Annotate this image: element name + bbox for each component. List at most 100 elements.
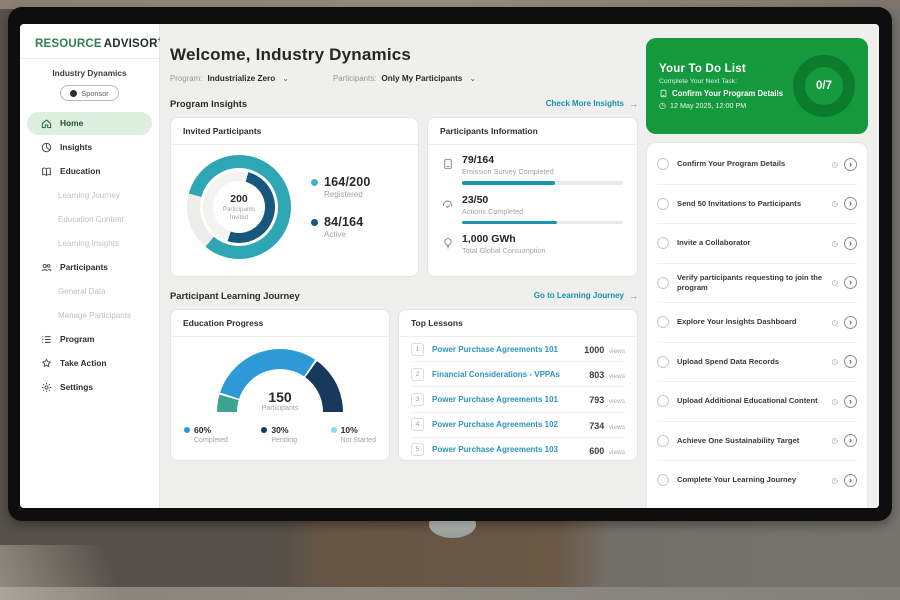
gauge-legend: 60% Completed 30% Pending 10% Not Starte… (171, 425, 389, 444)
donut-legend-item: 84/164 Active (311, 215, 371, 239)
education-progress-card: Education Progress 150 Participants 60% … (170, 309, 390, 461)
todo-item-label: Invite a Collaborator (677, 238, 827, 248)
clock-icon: ◷ (831, 199, 838, 208)
todo-checkbox[interactable] (657, 316, 669, 328)
todo-item-label: Confirm Your Program Details (677, 159, 827, 169)
todo-open-button[interactable]: › (844, 158, 857, 171)
todo-open-button[interactable]: › (844, 355, 857, 368)
todo-item: Confirm Your Program Details ◷ › (657, 145, 857, 185)
todo-checkbox[interactable] (657, 435, 669, 447)
actions-icon (442, 197, 454, 209)
sidebar-item-take-action[interactable]: Take Action (27, 352, 152, 375)
sidebar-item-education-content[interactable]: Education Content (27, 208, 152, 231)
org-name: Industry Dynamics (20, 68, 159, 78)
todo-list-card: Confirm Your Program Details ◷ › Send 50… (646, 142, 868, 508)
donut-legend-item: 164/200 Registered (311, 175, 371, 199)
legend-label: Registered (324, 190, 371, 199)
sidebar-item-insights[interactable]: Insights (27, 136, 152, 159)
todo-checkbox[interactable] (657, 158, 669, 170)
main-column: Welcome, Industry Dynamics Program: Indu… (170, 24, 638, 508)
lesson-views: 803 views (589, 365, 625, 383)
sidebar-item-education[interactable]: Education (27, 160, 152, 183)
sidebar-item-home[interactable]: Home (27, 112, 152, 135)
todo-checkbox[interactable] (657, 474, 669, 486)
check-more-insights-link[interactable]: Check More Insights → (546, 99, 638, 109)
todo-open-button[interactable]: › (844, 197, 857, 210)
lesson-link[interactable]: Power Purchase Agreements 101 (432, 345, 576, 354)
app-logo: RESOURCEADVISOR+ (20, 24, 159, 59)
chevron-down-icon: ⌄ (469, 77, 476, 81)
todo-item: Upload Additional Educational Content ◷ … (657, 382, 857, 422)
filter-bar: Program: Industrialize Zero ⌄ Participan… (170, 74, 638, 83)
lesson-views: 793 views (589, 390, 625, 408)
todo-checkbox[interactable] (657, 277, 669, 289)
todo-checkbox[interactable] (657, 356, 669, 368)
todo-column: Your To Do List Complete Your Next Task:… (646, 38, 868, 508)
filter-dropdown-participants[interactable]: Participants: Only My Participants ⌄ (333, 74, 476, 83)
todo-item: Upload Spend Data Records ◷ › (657, 343, 857, 383)
monitor-bezel: RESOURCEADVISOR+ Industry Dynamics Spons… (8, 7, 892, 521)
progress-bar-fill (462, 181, 555, 185)
education-icon (41, 166, 52, 177)
gauge-legend-item: 10% Not Started (331, 425, 376, 444)
todo-item: Invite a Collaborator ◷ › (657, 224, 857, 264)
todo-open-button[interactable]: › (844, 316, 857, 329)
todo-summary-card: Your To Do List Complete Your Next Task:… (646, 38, 868, 134)
todo-checkbox[interactable] (657, 395, 669, 407)
todo-open-button[interactable]: › (844, 474, 857, 487)
todo-open-button[interactable]: › (844, 395, 857, 408)
go-to-learning-journey-link[interactable]: Go to Learning Journey → (534, 291, 638, 301)
todo-item: Send 50 Invitations to Participants ◷ › (657, 185, 857, 225)
sidebar-item-general-data[interactable]: General Data (27, 280, 152, 303)
progress-bar-fill (462, 221, 557, 225)
progress-bar (462, 181, 623, 185)
todo-checkbox[interactable] (657, 198, 669, 210)
filter-dropdown-program[interactable]: Program: Industrialize Zero ⌄ (170, 74, 289, 83)
todo-open-button[interactable]: › (844, 434, 857, 447)
section-title-learning-journey: Participant Learning Journey (170, 290, 300, 301)
lesson-views: 600 views (589, 441, 625, 459)
sidebar-item-program[interactable]: Program (27, 328, 152, 351)
lesson-link[interactable]: Power Purchase Agreements 101 (432, 395, 581, 404)
sidebar-item-settings[interactable]: Settings (27, 376, 152, 399)
sidebar-item-manage-participants[interactable]: Manage Participants (27, 304, 152, 327)
lesson-link[interactable]: Financial Considerations - VPPAs (432, 370, 581, 379)
brand-primary: RESOURCE (35, 38, 102, 50)
lesson-row: 2 Financial Considerations - VPPAs 803 v… (411, 362, 625, 387)
collapse-tasks-link[interactable]: Collapse Tasks ∧ (657, 500, 857, 509)
legend-dot (331, 427, 337, 433)
lesson-link[interactable]: Power Purchase Agreements 103 (432, 445, 581, 454)
lesson-row: 4 Power Purchase Agreements 102 734 view… (411, 413, 625, 438)
lesson-rank-badge: 1 (411, 343, 424, 356)
todo-open-button[interactable]: › (844, 237, 857, 250)
sidebar-item-learning-insights[interactable]: Learning Insights (27, 232, 152, 255)
settings-icon (41, 382, 52, 393)
todo-checkbox[interactable] (657, 237, 669, 249)
go-to-learning-journey-label: Go to Learning Journey (534, 291, 624, 300)
todo-item-label: Complete Your Learning Journey (677, 475, 827, 485)
legend-label: Pending (271, 437, 297, 444)
lessons-list: 1 Power Purchase Agreements 101 1000 vie… (399, 337, 637, 461)
clock-icon: ◷ (831, 239, 838, 248)
todo-progress-ring: 0/7 (793, 55, 855, 117)
invited-participants-card: Invited Participants 200 Participants In… (170, 117, 419, 277)
clock-icon: ◷ (831, 436, 838, 445)
legend-dot (261, 427, 267, 433)
lesson-link[interactable]: Power Purchase Agreements 102 (432, 420, 581, 429)
lesson-views: 1000 views (584, 340, 625, 358)
todo-item-label: Verify participants requesting to join t… (677, 273, 827, 293)
metric-value: 1,000 GWh (462, 233, 623, 245)
sponsor-badge: Sponsor (60, 85, 118, 101)
dashboard-screen: RESOURCEADVISOR+ Industry Dynamics Spons… (20, 24, 879, 508)
legend-label: Active (324, 230, 363, 239)
todo-open-button[interactable]: › (844, 276, 857, 289)
task-document-icon (659, 89, 668, 98)
lesson-rank-badge: 3 (411, 393, 424, 406)
sidebar-item-participants[interactable]: Participants (27, 256, 152, 279)
legend-dot (184, 427, 190, 433)
metric-value: 79/164 (462, 154, 623, 166)
legend-value: 164/200 (324, 175, 371, 189)
todo-item-label: Upload Additional Educational Content (677, 396, 827, 406)
chevron-down-icon: ⌄ (282, 77, 289, 81)
sidebar-item-learning-journey[interactable]: Learning Journey (27, 184, 152, 207)
